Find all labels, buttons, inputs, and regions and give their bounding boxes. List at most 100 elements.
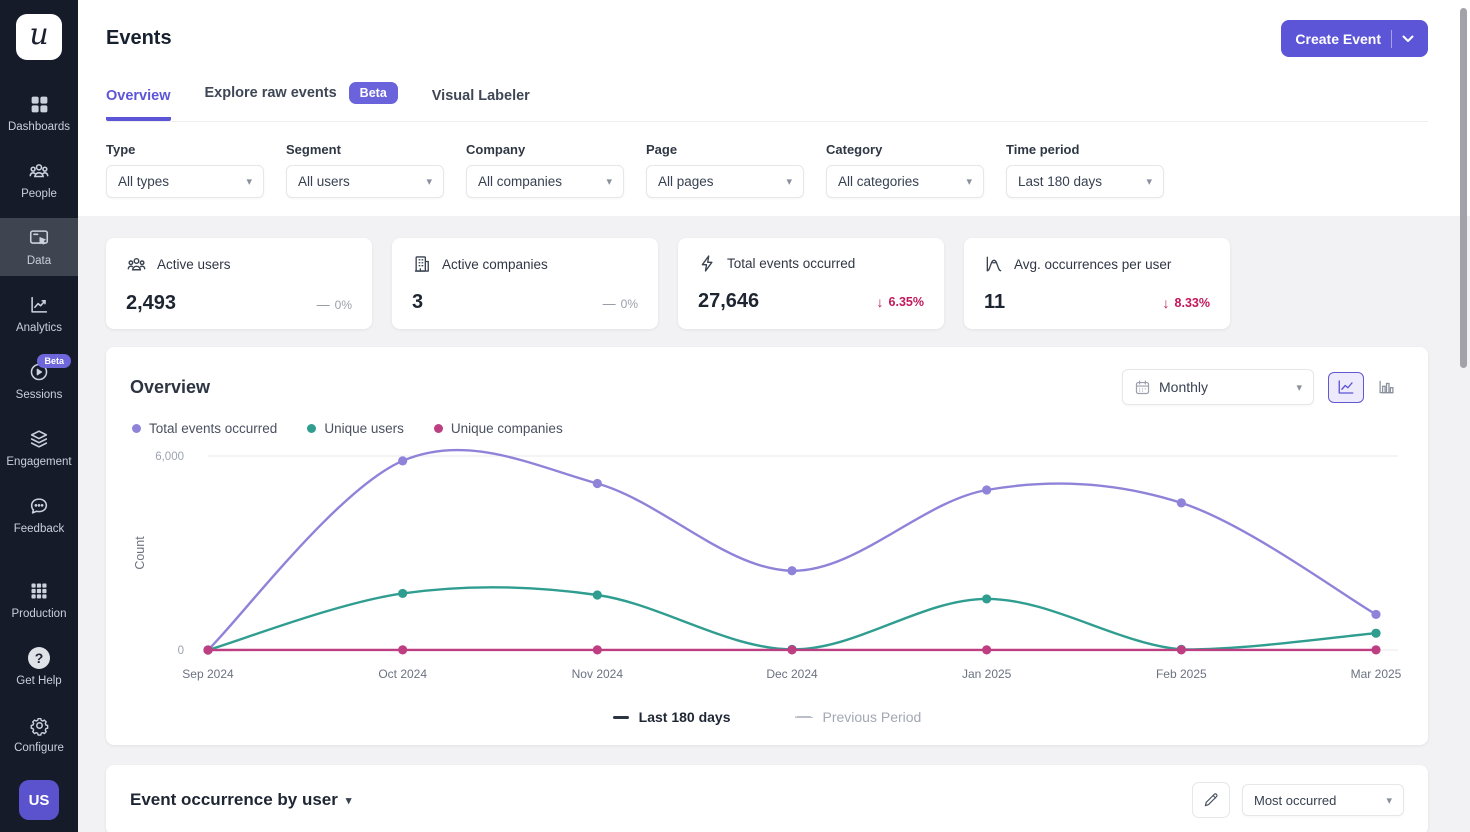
select-value: Last 180 days bbox=[1018, 174, 1102, 189]
production-grid-icon bbox=[29, 580, 49, 602]
legend-dot bbox=[307, 424, 316, 433]
overview-panel: Overview Monthly ▾ bbox=[106, 347, 1428, 745]
filter-label: Segment bbox=[286, 142, 444, 157]
sidebar-item-label: Production bbox=[12, 608, 67, 620]
sidebar-item-production[interactable]: Production bbox=[0, 571, 78, 629]
solid-line-icon bbox=[613, 716, 629, 719]
svg-text:Sep 2024: Sep 2024 bbox=[182, 667, 234, 681]
chevron-down-icon: ▾ bbox=[1146, 175, 1152, 188]
company-select[interactable]: All companies ▾ bbox=[466, 165, 624, 198]
filter-time-period: Time period Last 180 days ▾ bbox=[1006, 142, 1164, 198]
sidebar-item-configure[interactable]: Configure bbox=[0, 705, 78, 763]
event-occurrence-title[interactable]: Event occurrence by user ▾ bbox=[130, 790, 351, 810]
legend-item-unique-companies[interactable]: Unique companies bbox=[434, 421, 563, 436]
sidebar-item-label: People bbox=[21, 188, 57, 200]
tab-explore-raw-events[interactable]: Explore raw events Beta bbox=[205, 82, 398, 121]
stat-card-row: Active users 2,493 — 0% bbox=[106, 238, 1428, 329]
filter-label: Type bbox=[106, 142, 264, 157]
chart-legend: Total events occurred Unique users Uniqu… bbox=[132, 421, 1404, 436]
flat-trend-icon: — bbox=[317, 297, 330, 312]
stat-card-label: Active companies bbox=[442, 257, 548, 272]
sidebar-item-analytics[interactable]: Analytics bbox=[0, 285, 78, 343]
vertical-scrollbar[interactable] bbox=[1460, 8, 1467, 368]
legend-item-unique-users[interactable]: Unique users bbox=[307, 421, 404, 436]
legend-label: Unique users bbox=[324, 421, 404, 436]
stat-card-avg-occurrences: Avg. occurrences per user 11 ↓ 8.33% bbox=[964, 238, 1230, 329]
chart-area: 06,000CountSep 2024Oct 2024Nov 2024Dec 2… bbox=[130, 442, 1404, 699]
legend-dot bbox=[132, 424, 141, 433]
legend-dot bbox=[434, 424, 443, 433]
stat-card-change: ↓ 8.33% bbox=[1163, 295, 1210, 311]
sidebar-item-get-help[interactable]: ? Get Help bbox=[0, 638, 78, 696]
type-select[interactable]: All types ▾ bbox=[106, 165, 264, 198]
segment-select[interactable]: All users ▾ bbox=[286, 165, 444, 198]
sidebar-item-label: Data bbox=[27, 255, 51, 267]
line-chart-toggle-button[interactable] bbox=[1328, 372, 1364, 403]
stat-card-change: ↓ 6.35% bbox=[877, 294, 924, 310]
time-period-select[interactable]: Last 180 days ▾ bbox=[1006, 165, 1164, 198]
sidebar-item-data[interactable]: Data bbox=[0, 218, 78, 276]
sidebar-item-people[interactable]: People bbox=[0, 151, 78, 209]
page-select[interactable]: All pages ▾ bbox=[646, 165, 804, 198]
stat-card-value: 11 bbox=[984, 291, 1005, 314]
edit-button[interactable] bbox=[1192, 782, 1230, 818]
granularity-select[interactable]: Monthly ▾ bbox=[1122, 369, 1314, 405]
tab-label: Visual Labeler bbox=[432, 88, 530, 104]
active-companies-icon bbox=[412, 254, 432, 274]
page-title: Events bbox=[106, 27, 172, 50]
filter-label: Company bbox=[466, 142, 624, 157]
filter-label: Page bbox=[646, 142, 804, 157]
tab-beta-badge: Beta bbox=[349, 82, 398, 104]
app-logo[interactable]: u bbox=[16, 14, 62, 60]
chart-type-toggle bbox=[1328, 372, 1404, 403]
sidebar-item-label: Configure bbox=[14, 742, 64, 754]
data-icon bbox=[28, 227, 50, 249]
tab-bar: Overview Explore raw events Beta Visual … bbox=[106, 82, 1428, 122]
svg-text:Feb 2025: Feb 2025 bbox=[1156, 667, 1207, 681]
flat-trend-icon: — bbox=[603, 296, 616, 311]
chevron-down-icon: ▾ bbox=[1386, 794, 1392, 807]
chevron-down-icon: ▾ bbox=[1296, 381, 1302, 394]
select-value: All types bbox=[118, 174, 169, 189]
tab-visual-labeler[interactable]: Visual Labeler bbox=[432, 88, 530, 121]
user-avatar[interactable]: US bbox=[19, 780, 59, 820]
category-select[interactable]: All categories ▾ bbox=[826, 165, 984, 198]
content-area: Active users 2,493 — 0% bbox=[78, 216, 1470, 832]
stat-card-value: 3 bbox=[412, 291, 423, 314]
filter-category: Category All categories ▾ bbox=[826, 142, 984, 198]
legend-label: Last 180 days bbox=[639, 709, 731, 725]
sidebar-item-engagement[interactable]: Engagement bbox=[0, 419, 78, 477]
down-arrow-icon: ↓ bbox=[1163, 295, 1170, 311]
chevron-down-icon[interactable] bbox=[1402, 35, 1414, 43]
filter-type: Type All types ▾ bbox=[106, 142, 264, 198]
svg-text:Nov 2024: Nov 2024 bbox=[572, 667, 624, 681]
bar-chart-toggle-button[interactable] bbox=[1368, 372, 1404, 403]
legend-previous-period: Previous Period bbox=[795, 709, 922, 725]
sidebar-item-sessions[interactable]: Beta Sessions bbox=[0, 352, 78, 410]
active-users-icon bbox=[126, 254, 147, 275]
section-title: Event occurrence by user bbox=[130, 790, 338, 810]
stat-card-value: 27,646 bbox=[698, 290, 759, 313]
people-icon bbox=[28, 160, 50, 182]
sidebar-item-label: Sessions bbox=[16, 389, 63, 401]
main-area: Events Create Event Overview Explore raw… bbox=[78, 0, 1470, 832]
svg-text:Dec 2024: Dec 2024 bbox=[766, 667, 818, 681]
sidebar-item-dashboards[interactable]: Dashboards bbox=[0, 84, 78, 142]
stat-card-change: — 0% bbox=[603, 296, 638, 311]
sidebar-item-label: Engagement bbox=[6, 456, 71, 468]
select-value: All categories bbox=[838, 174, 919, 189]
legend-item-total-events[interactable]: Total events occurred bbox=[132, 421, 277, 436]
legend-label: Total events occurred bbox=[149, 421, 277, 436]
filter-label: Category bbox=[826, 142, 984, 157]
stat-change-value: 0% bbox=[621, 297, 638, 311]
create-event-button[interactable]: Create Event bbox=[1281, 20, 1428, 57]
tab-overview[interactable]: Overview bbox=[106, 88, 171, 121]
sort-select[interactable]: Most occurred ▾ bbox=[1242, 784, 1404, 816]
button-divider bbox=[1391, 30, 1392, 48]
svg-text:Mar 2025: Mar 2025 bbox=[1351, 667, 1402, 681]
stat-card-active-users: Active users 2,493 — 0% bbox=[106, 238, 372, 329]
sidebar-nav: Dashboards People Data bbox=[0, 84, 78, 553]
sidebar-item-feedback[interactable]: Feedback bbox=[0, 486, 78, 544]
down-arrow-icon: ↓ bbox=[877, 294, 884, 310]
overview-chart: 06,000CountSep 2024Oct 2024Nov 2024Dec 2… bbox=[130, 442, 1404, 694]
